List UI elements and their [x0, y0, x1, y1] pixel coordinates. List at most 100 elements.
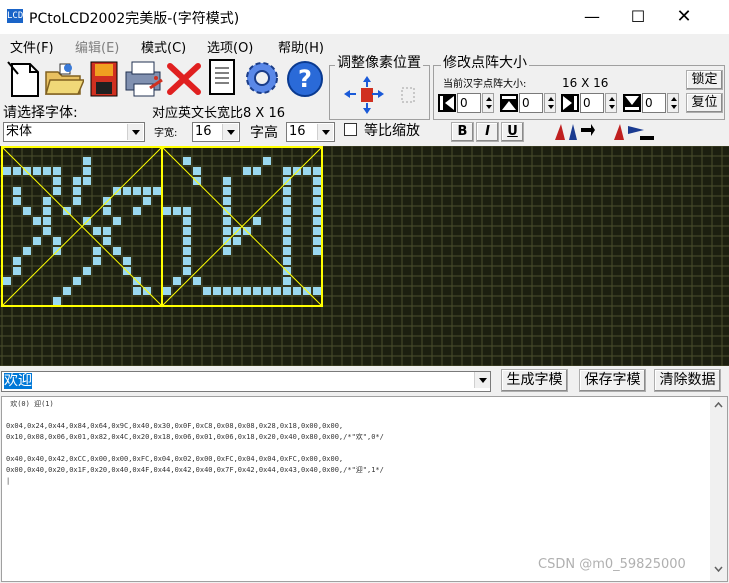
- dot-matrix-svg[interactable]: [0, 146, 729, 366]
- lit-pixel: [243, 167, 251, 175]
- menu-file[interactable]: 文件(F): [10, 37, 54, 56]
- width-label: 字宽:: [154, 128, 178, 139]
- lit-pixel: [283, 247, 291, 255]
- lit-pixel: [103, 237, 111, 245]
- lock-button[interactable]: 锁定: [686, 70, 723, 90]
- chevron-down-icon[interactable]: [474, 372, 490, 388]
- down-spinner-input[interactable]: 0: [642, 93, 666, 113]
- left-spinner-input[interactable]: 0: [457, 93, 481, 113]
- title-bar: LCD PCtoLCD2002完美版-(字符模式) — ☐ ✕: [0, 0, 729, 34]
- lit-pixel: [13, 267, 21, 275]
- height-select[interactable]: 16: [286, 122, 335, 142]
- lit-pixel: [313, 207, 321, 215]
- flip-vertical-icon[interactable]: [610, 120, 656, 144]
- proportional-checkbox[interactable]: [344, 123, 357, 136]
- minimize-button[interactable]: —: [569, 0, 615, 34]
- close-button[interactable]: ✕: [661, 0, 707, 34]
- chevron-down-icon[interactable]: [127, 124, 143, 140]
- lit-pixel: [213, 287, 221, 295]
- menu-edit[interactable]: 编辑(E): [75, 37, 119, 56]
- maximize-button[interactable]: ☐: [615, 0, 661, 34]
- vertical-scrollbar[interactable]: [710, 397, 727, 581]
- lit-pixel: [293, 287, 301, 295]
- lit-pixel: [43, 167, 51, 175]
- lit-pixel: [83, 157, 91, 165]
- underline-button[interactable]: U: [501, 122, 524, 142]
- right-spinner-input[interactable]: 0: [580, 93, 604, 113]
- menu-mode[interactable]: 模式(C): [141, 37, 186, 56]
- lit-pixel: [23, 167, 31, 175]
- lit-pixel: [183, 257, 191, 265]
- chevron-down-icon[interactable]: [222, 124, 238, 140]
- save-disk-icon[interactable]: [88, 60, 120, 98]
- lit-pixel: [293, 167, 301, 175]
- lit-pixel: [283, 217, 291, 225]
- lit-pixel: [193, 167, 201, 175]
- lit-pixel: [33, 217, 41, 225]
- lit-pixel: [143, 197, 151, 205]
- right-spinner-arrows[interactable]: [605, 93, 617, 113]
- svg-text:?: ?: [298, 65, 312, 93]
- document-icon[interactable]: [206, 58, 238, 98]
- lit-pixel: [143, 187, 151, 195]
- up-align-icon: [500, 94, 518, 112]
- font-select[interactable]: 宋体: [3, 122, 145, 142]
- settings-gear-icon[interactable]: [242, 58, 282, 98]
- text-input[interactable]: 欢迎: [1, 371, 491, 392]
- text-input-dropdown[interactable]: [470, 371, 491, 391]
- generate-button[interactable]: 生成字模: [501, 369, 568, 392]
- save-button[interactable]: 保存字模: [579, 369, 646, 392]
- help-question-icon[interactable]: ?: [286, 60, 324, 98]
- print-icon[interactable]: [122, 58, 166, 98]
- left-spinner-arrows[interactable]: [482, 93, 494, 113]
- lit-pixel: [73, 197, 81, 205]
- lit-pixel: [183, 267, 191, 275]
- lit-pixel: [223, 187, 231, 195]
- lit-pixel: [183, 247, 191, 255]
- italic-button[interactable]: I: [476, 122, 499, 142]
- chevron-down-icon[interactable]: [317, 124, 333, 140]
- down-spinner-arrows[interactable]: [667, 93, 679, 113]
- output-textarea[interactable]: 欢(0) 迎(1) 0x04,0x24,0x44,0x84,0x64,0x9C,…: [1, 396, 728, 582]
- lit-pixel: [313, 217, 321, 225]
- lit-pixel: [123, 187, 131, 195]
- reset-button[interactable]: 复位: [686, 93, 723, 113]
- menu-help[interactable]: 帮助(H): [278, 37, 324, 56]
- flip-horizontal-icon[interactable]: [551, 120, 597, 144]
- pixel-arrows[interactable]: [340, 74, 424, 116]
- up-spinner-arrows[interactable]: [544, 93, 556, 113]
- new-file-icon[interactable]: [6, 60, 42, 98]
- open-folder-icon[interactable]: [44, 60, 86, 98]
- width-select[interactable]: 16: [192, 122, 240, 142]
- current-size-label: 当前汉字点阵大小:: [443, 79, 527, 90]
- lit-pixel: [253, 287, 261, 295]
- watermark: CSDN @m0_59825000: [538, 557, 686, 572]
- menu-bar: 文件(F) 编辑(E) 模式(C) 选项(O) 帮助(H): [0, 34, 729, 56]
- lit-pixel: [283, 197, 291, 205]
- lit-pixel: [43, 227, 51, 235]
- lit-pixel: [173, 277, 181, 285]
- delete-x-icon[interactable]: [166, 62, 202, 96]
- lit-pixel: [313, 227, 321, 235]
- lit-pixel: [103, 227, 111, 235]
- lit-pixel: [53, 237, 61, 245]
- up-spinner-input[interactable]: 0: [519, 93, 543, 113]
- lit-pixel: [313, 177, 321, 185]
- lit-pixel: [173, 207, 181, 215]
- lit-pixel: [283, 207, 291, 215]
- height-label: 字高: [250, 125, 278, 141]
- lit-pixel: [83, 167, 91, 175]
- lit-pixel: [313, 197, 321, 205]
- pixel-position-title: 调整像素位置: [335, 55, 423, 71]
- lit-pixel: [183, 227, 191, 235]
- clear-button[interactable]: 清除数据: [654, 369, 721, 392]
- dot-matrix-canvas[interactable]: [0, 146, 729, 366]
- window-title: PCtoLCD2002完美版-(字符模式): [29, 11, 240, 27]
- lit-pixel: [283, 277, 291, 285]
- lit-pixel: [313, 247, 321, 255]
- bold-button[interactable]: B: [451, 122, 474, 142]
- menu-options[interactable]: 选项(O): [207, 37, 253, 56]
- lit-pixel: [243, 287, 251, 295]
- lit-pixel: [103, 207, 111, 215]
- lit-pixel: [223, 287, 231, 295]
